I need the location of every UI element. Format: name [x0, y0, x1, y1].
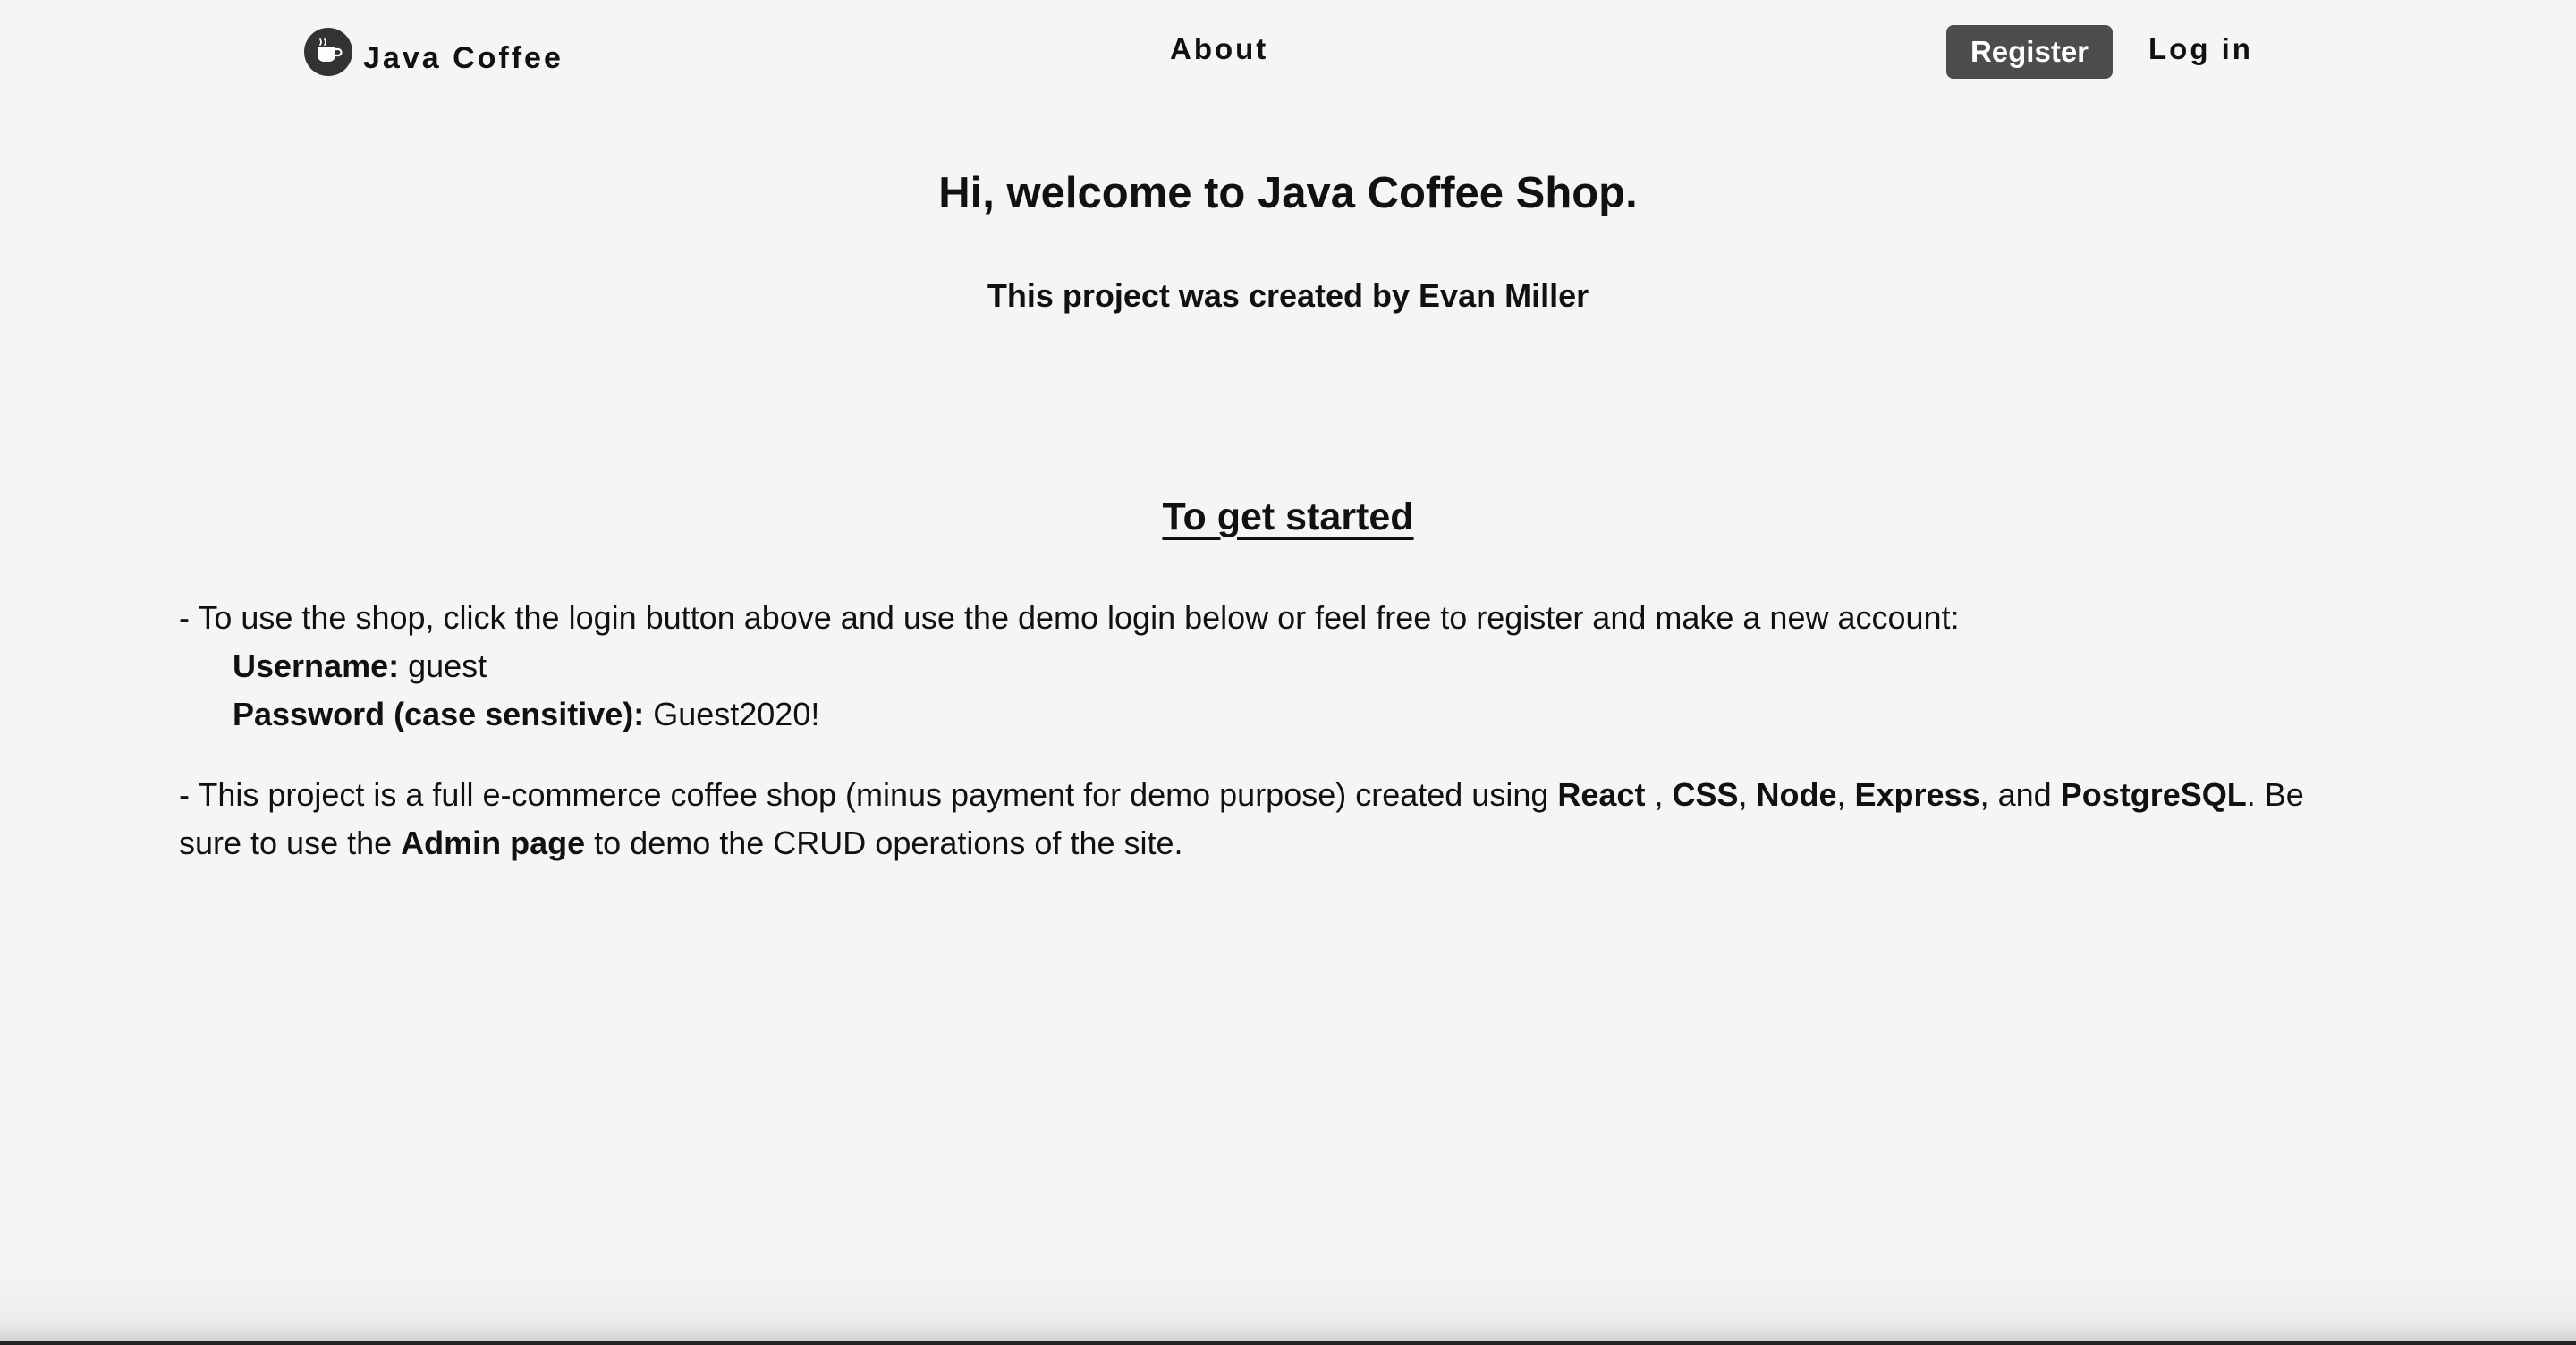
intro-paragraph: - To use the shop, click the login butto… [179, 594, 2361, 739]
project-credit: This project was created by Evan Miller [987, 277, 1589, 314]
bottom-border [0, 1341, 2576, 1345]
section-heading: To get started [1162, 495, 1414, 538]
tech-react: React [1557, 776, 1646, 813]
username-row: Username: guest [179, 642, 2361, 690]
project-description: - This project is a full e-commerce coff… [179, 771, 2361, 867]
instructions: - To use the shop, click the login butto… [179, 594, 2361, 867]
intro-text: - To use the shop, click the login butto… [179, 599, 1960, 636]
tech-css: CSS [1672, 776, 1739, 813]
page-title: Hi, welcome to Java Coffee Shop. [938, 169, 1638, 217]
separator: , [1645, 776, 1673, 813]
password-label: Password (case sensitive): [233, 696, 645, 732]
username-value: guest [399, 647, 487, 684]
description-text: - This project is a full e-commerce coff… [179, 776, 1558, 813]
nav-link-about[interactable]: About [1170, 32, 1268, 66]
separator: , and [1979, 776, 2061, 813]
username-label: Username: [233, 647, 400, 684]
tech-express: Express [1854, 776, 1980, 813]
navbar: Java Coffee About Register Log in [0, 0, 2576, 106]
password-row: Password (case sensitive): Guest2020! [179, 690, 2361, 739]
description-text: to demo the CRUD operations of the site. [585, 825, 1183, 861]
bottom-shadow [0, 1270, 2576, 1345]
separator: , [1738, 776, 1757, 813]
tech-postgresql: PostgreSQL [2060, 776, 2247, 813]
page: Java Coffee About Register Log in Hi, we… [0, 0, 2576, 1345]
separator: , [1836, 776, 1855, 813]
brand-name: Java Coffee [363, 40, 564, 75]
register-button[interactable]: Register [1946, 25, 2113, 79]
tech-node: Node [1756, 776, 1837, 813]
brand-link[interactable]: Java Coffee [304, 25, 564, 79]
login-link[interactable]: Log in [2148, 32, 2253, 66]
coffee-cup-icon [304, 28, 352, 76]
admin-page-mention: Admin page [401, 825, 586, 861]
password-value: Guest2020! [644, 696, 820, 732]
